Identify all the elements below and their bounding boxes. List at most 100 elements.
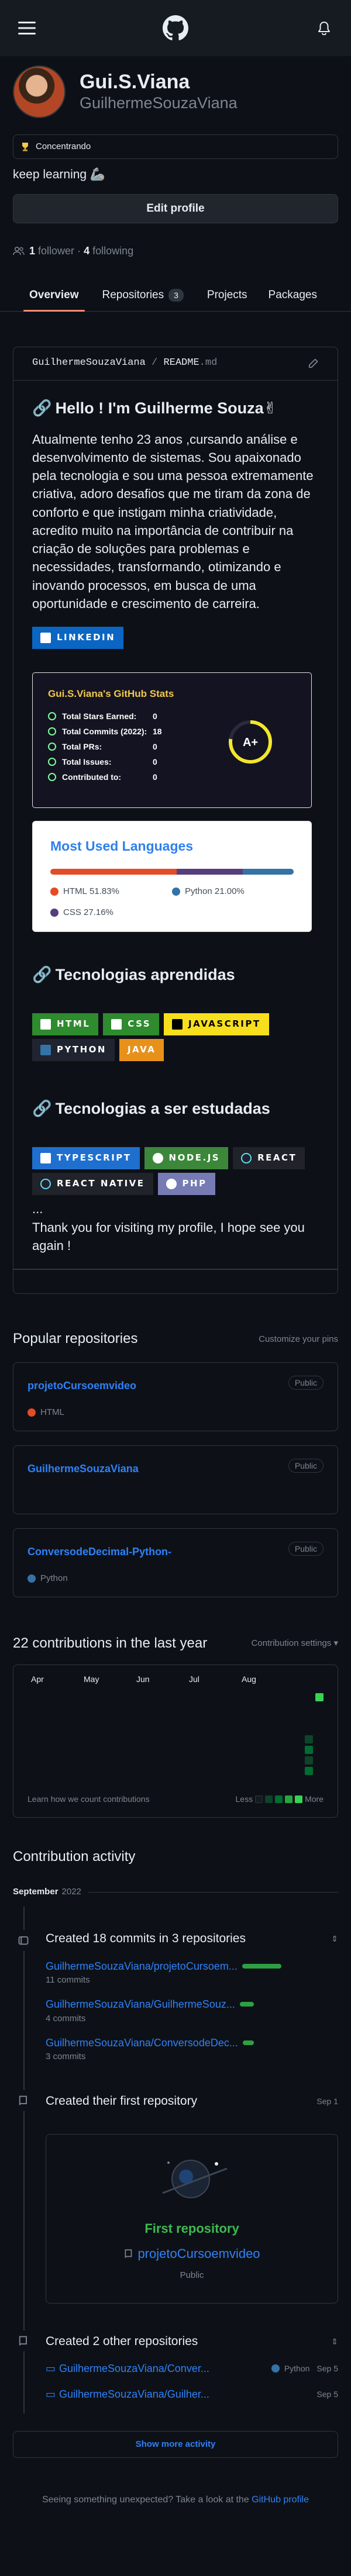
readme-path-user[interactable]: GuilhermeSouzaViana: [32, 357, 146, 368]
github-profile-link[interactable]: GitHub profile: [252, 2495, 309, 2505]
other-repo-link[interactable]: GuilhermeSouzaViana/Conver...: [59, 2361, 209, 2376]
calendar-day[interactable]: [305, 1745, 313, 1754]
language-percent: 21.00%: [214, 886, 245, 897]
language-bar-segment: [50, 869, 177, 875]
first-repo-date[interactable]: Sep 1: [316, 2095, 338, 2107]
readme-path-separator: /: [145, 357, 164, 369]
edit-profile-button[interactable]: Edit profile: [13, 194, 338, 224]
linkedin-badge[interactable]: LINKEDIN: [32, 627, 124, 650]
calendar-months: Apr May Jun Jul Aug: [27, 1673, 324, 1685]
pencil-icon[interactable]: [307, 358, 319, 370]
activity-year: 2022: [61, 1887, 81, 1897]
html-badge[interactable]: HTML: [32, 1013, 99, 1036]
profile-name: Gui.S.Viana: [80, 71, 190, 94]
python-dot-icon: [172, 888, 180, 896]
commit-count[interactable]: 3 commits: [46, 2050, 338, 2063]
commit-count[interactable]: 11 commits: [46, 1974, 338, 1987]
language-bar-segment: [176, 869, 243, 875]
collapse-icon[interactable]: ⇕: [331, 1933, 338, 1945]
legend-square: [265, 1795, 273, 1803]
calendar-day[interactable]: [315, 1693, 324, 1701]
contribution-settings-button[interactable]: Contribution settings ▾: [252, 1637, 338, 1650]
studying-heading: 🔗 Tecnologias a ser estudadas: [32, 1097, 319, 1120]
calendar-day[interactable]: [305, 1735, 313, 1743]
menu-icon[interactable]: [14, 15, 40, 41]
top-header: [0, 0, 351, 56]
calendar-day[interactable]: [305, 1756, 313, 1764]
commits-title: Created 18 commits in 3 repositories: [46, 1932, 246, 1946]
python-icon: [40, 1045, 51, 1056]
repo-language-label: HTML: [40, 1407, 64, 1417]
commit-count[interactable]: 4 commits: [46, 2012, 338, 2025]
legend-square: [285, 1795, 293, 1803]
grade-ring: A+: [229, 720, 272, 764]
visibility-badge: Public: [288, 1541, 324, 1556]
month-label: Aug: [242, 1674, 256, 1684]
java-badge[interactable]: JAVA: [119, 1039, 164, 1062]
stat-value: 18: [153, 726, 162, 736]
tab-repositories[interactable]: Repositories 3: [94, 280, 192, 311]
nodejs-badge[interactable]: NODE.JS: [144, 1147, 229, 1170]
typescript-badge[interactable]: TYPESCRIPT: [32, 1147, 140, 1170]
badge-label: JAVASCRIPT: [188, 1018, 261, 1030]
following-count[interactable]: 4: [84, 243, 90, 258]
activity-month: September: [13, 1887, 58, 1897]
react-badge[interactable]: REACT: [233, 1147, 305, 1170]
customize-pins-link[interactable]: Customize your pins: [259, 1333, 338, 1346]
contributions-title: 22 contributions in the last year: [13, 1635, 208, 1651]
css-badge[interactable]: CSS: [103, 1013, 160, 1036]
repo-card: projetoCursoemvideo Public HTML: [13, 1362, 338, 1431]
learned-heading-text: Tecnologias aprendidas: [55, 966, 235, 984]
anchor-link-icon[interactable]: 🔗: [32, 397, 52, 420]
react-icon: [40, 1179, 51, 1190]
repo-link[interactable]: GuilhermeSouzaViana: [27, 1461, 324, 1476]
anchor-link-icon[interactable]: 🔗: [32, 1097, 52, 1120]
python-badge[interactable]: PYTHON: [32, 1039, 115, 1062]
linkedin-icon: [40, 633, 51, 644]
tab-packages[interactable]: Packages: [260, 280, 325, 311]
issue-icon: [48, 757, 56, 766]
anchor-link-icon[interactable]: 🔗: [32, 964, 52, 986]
javascript-badge[interactable]: JAVASCRIPT: [164, 1013, 269, 1036]
collapse-icon[interactable]: ⇕: [331, 2336, 338, 2347]
tab-overview[interactable]: Overview: [21, 280, 87, 312]
stat-label: Total Issues:: [62, 757, 112, 766]
html-dot-icon: [50, 888, 58, 896]
languages-bar: [50, 869, 294, 875]
nodejs-icon: [152, 1153, 163, 1164]
react-native-badge[interactable]: REACT NATIVE: [32, 1173, 153, 1196]
first-repo-link[interactable]: projetoCursoemvideo: [46, 2244, 338, 2263]
legend-less: Less: [235, 1794, 253, 1804]
followers-count[interactable]: 1: [29, 243, 35, 258]
show-more-activity-button[interactable]: Show more activity: [13, 2431, 338, 2458]
repo-link[interactable]: projetoCursoemvideo: [27, 1378, 324, 1393]
learn-contributions-link[interactable]: Learn how we count contributions: [27, 1793, 150, 1805]
month-label: Jul: [189, 1674, 199, 1684]
readme-header: GuilhermeSouzaViana / README.md: [32, 347, 319, 380]
following-label[interactable]: following: [92, 243, 133, 258]
language-dot-icon: [27, 1574, 36, 1583]
status-box[interactable]: Concentrando: [13, 134, 338, 159]
followers-label[interactable]: follower: [38, 243, 74, 258]
html5-icon: [40, 1019, 51, 1030]
octocat-rocket-icon: [162, 2159, 228, 2198]
github-logo-icon[interactable]: [163, 15, 188, 41]
commit-repo-link[interactable]: GuilhermeSouzaViana/GuilhermeSouz...: [46, 1997, 235, 2012]
repo-link[interactable]: ConversodeDecimal-Python-: [27, 1544, 324, 1559]
status-text: Concentrando: [36, 141, 91, 152]
language-name: CSS: [63, 907, 81, 918]
calendar-day[interactable]: [305, 1766, 313, 1775]
bell-icon[interactable]: [311, 15, 337, 41]
commit-repo-link[interactable]: GuilhermeSouzaViana/ConversodeDec...: [46, 2035, 238, 2050]
avatar[interactable]: [13, 65, 66, 118]
other-repo-link[interactable]: GuilhermeSouzaViana/Guilher...: [59, 2387, 209, 2402]
trophy-icon: [22, 143, 28, 151]
language-legend-item: HTML 51.83%: [50, 885, 172, 898]
month-label: Jun: [136, 1674, 150, 1684]
php-badge[interactable]: PHP: [157, 1173, 215, 1196]
tab-projects[interactable]: Projects: [199, 280, 256, 311]
language-bar-segment: [242, 869, 294, 875]
people-icon: [13, 247, 25, 255]
legend-more: More: [305, 1794, 324, 1804]
commit-repo-link[interactable]: GuilhermeSouzaViana/projetoCursoem...: [46, 1959, 238, 1974]
